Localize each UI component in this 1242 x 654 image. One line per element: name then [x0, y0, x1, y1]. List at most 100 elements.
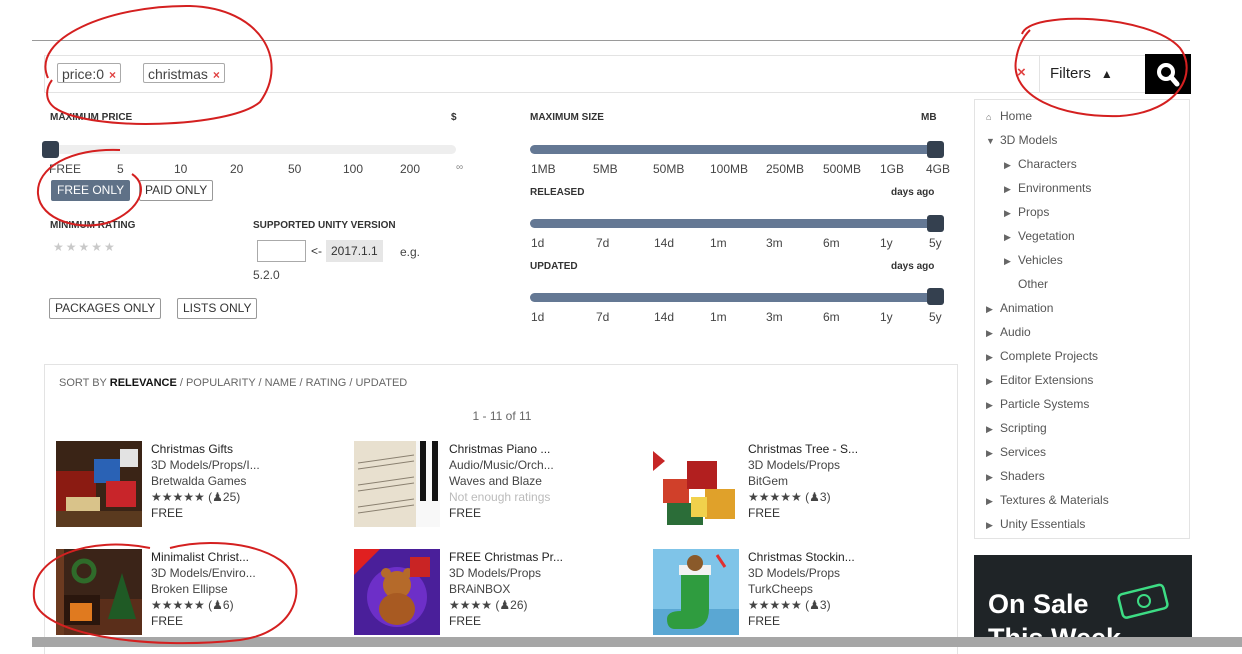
- product-category[interactable]: 3D Models/Props: [449, 565, 563, 581]
- sidebar-item-environments[interactable]: ▶ Environments: [1004, 181, 1091, 195]
- filter-tag-price[interactable]: price:0 ×: [57, 63, 122, 83]
- sidebar-item-audio[interactable]: ▶ Audio: [986, 325, 1031, 339]
- product-publisher[interactable]: Bretwalda Games: [151, 473, 260, 489]
- sidebar-item-label: Audio: [1000, 325, 1031, 339]
- remove-tag-icon[interactable]: ×: [109, 68, 116, 82]
- product-info: FREE Christmas Pr... 3D Models/Props BRA…: [449, 549, 564, 628]
- paid-only-button[interactable]: PAID ONLY: [139, 180, 214, 201]
- product-category[interactable]: 3D Models/Enviro...: [151, 565, 256, 581]
- updated-slider-track[interactable]: [530, 293, 940, 302]
- sidebar-item-label: Textures & Materials: [1000, 493, 1109, 507]
- max-size-slider-track[interactable]: [530, 145, 940, 154]
- product-rating-stars: ★★★★★: [151, 490, 205, 504]
- sidebar-item-vehicles[interactable]: ▶ Vehicles: [1004, 253, 1063, 267]
- lists-only-button[interactable]: LISTS ONLY: [177, 298, 258, 319]
- product-thumbnail[interactable]: [56, 549, 142, 635]
- product-title[interactable]: FREE Christmas Pr...: [449, 549, 563, 565]
- sort-relevance-link[interactable]: RELEVANCE: [110, 377, 177, 389]
- filters-label: Filters: [1050, 65, 1091, 82]
- product-category[interactable]: Audio/Music/Orch...: [449, 457, 554, 473]
- result-item[interactable]: FREE Christmas Pr... 3D Models/Props BRA…: [354, 549, 634, 637]
- sidebar-item-home[interactable]: ⌂ Home: [986, 109, 1032, 123]
- max-price-slider-track[interactable]: [46, 145, 456, 154]
- sidebar-item-label: 3D Models: [1000, 133, 1058, 147]
- sidebar-item-scripting[interactable]: ▶ Scripting: [986, 421, 1047, 435]
- sidebar-item-services[interactable]: ▶ Services: [986, 445, 1046, 459]
- caret-right-icon: ▶: [986, 448, 993, 458]
- result-item[interactable]: Christmas Stockin... 3D Models/Props Tur…: [653, 549, 933, 637]
- product-category[interactable]: 3D Models/Props: [748, 565, 855, 581]
- tick-label: ∞: [456, 162, 464, 173]
- product-info: Minimalist Christ... 3D Models/Enviro...…: [151, 549, 256, 628]
- sidebar-item-editor-extensions[interactable]: ▶ Editor Extensions: [986, 373, 1093, 387]
- max-size-unit: MB: [921, 112, 937, 123]
- bottom-scroll-bar[interactable]: [32, 637, 1242, 647]
- sidebar-item-characters[interactable]: ▶ Characters: [1004, 157, 1077, 171]
- promo-line-1: On Sale: [988, 589, 1089, 619]
- result-item[interactable]: Minimalist Christ... 3D Models/Enviro...…: [56, 549, 336, 637]
- product-title[interactable]: Christmas Gifts: [151, 441, 260, 457]
- unity-version-arrow: <-: [311, 244, 323, 258]
- sidebar-item-particle-systems[interactable]: ▶ Particle Systems: [986, 397, 1089, 411]
- product-price: FREE: [748, 506, 781, 520]
- sidebar-item-textures-materials[interactable]: ▶ Textures & Materials: [986, 493, 1109, 507]
- product-publisher[interactable]: BRAiNBOX: [449, 581, 563, 597]
- caret-right-icon: ▶: [986, 400, 993, 410]
- sidebar-item-unity-essentials[interactable]: ▶ Unity Essentials: [986, 517, 1085, 531]
- product-thumbnail[interactable]: [354, 549, 440, 635]
- product-price: FREE: [151, 506, 184, 520]
- sidebar-item-shaders[interactable]: ▶ Shaders: [986, 469, 1045, 483]
- filters-toggle-button[interactable]: Filters ▲: [1039, 56, 1148, 92]
- product-category[interactable]: 3D Models/Props: [748, 457, 858, 473]
- search-bar[interactable]: price:0 × christmas × × Filters ▲: [44, 54, 1191, 94]
- product-info: Christmas Piano ... Audio/Music/Orch... …: [449, 441, 554, 521]
- unity-version-eg-value: 5.2.0: [253, 268, 280, 282]
- sidebar-item-label: Animation: [1000, 301, 1054, 315]
- sidebar-item-props[interactable]: ▶ Props: [1004, 205, 1049, 219]
- product-thumbnail[interactable]: [354, 441, 440, 527]
- sidebar-item-animation[interactable]: ▶ Animation: [986, 301, 1053, 315]
- unity-version-input[interactable]: [257, 240, 306, 262]
- remove-tag-icon[interactable]: ×: [213, 68, 220, 82]
- product-title[interactable]: Christmas Tree - S...: [748, 441, 858, 457]
- rating-count: 3: [819, 598, 827, 612]
- caret-right-icon: ▶: [986, 472, 993, 482]
- product-title[interactable]: Christmas Stockin...: [748, 549, 855, 565]
- max-price-slider-handle[interactable]: [42, 141, 59, 158]
- released-slider-handle[interactable]: [927, 215, 944, 232]
- search-button[interactable]: [1145, 54, 1191, 94]
- product-thumbnail[interactable]: [56, 441, 142, 527]
- product-publisher[interactable]: Waves and Blaze: [449, 473, 554, 489]
- max-size-slider-handle[interactable]: [927, 141, 944, 158]
- updated-slider-handle[interactable]: [927, 288, 944, 305]
- product-title[interactable]: Christmas Piano ...: [449, 441, 554, 457]
- tick-label: 1d: [531, 310, 545, 324]
- product-thumbnail[interactable]: [653, 549, 739, 635]
- sort-options-links[interactable]: / POPULARITY / NAME / RATING / UPDATED: [180, 377, 407, 389]
- min-rating-stars[interactable]: ★★★★★: [53, 240, 117, 254]
- free-only-button[interactable]: FREE ONLY: [51, 180, 131, 201]
- tick-label: FREE: [49, 162, 82, 176]
- product-thumbnail[interactable]: [653, 441, 739, 527]
- sidebar-item-other[interactable]: Other: [1018, 277, 1048, 291]
- result-item[interactable]: Christmas Gifts 3D Models/Props/I... Bre…: [56, 441, 336, 529]
- sidebar-item-vegetation[interactable]: ▶ Vegetation: [1004, 229, 1075, 243]
- sidebar-item-label: Services: [1000, 445, 1047, 459]
- unity-version-current[interactable]: 2017.1.1: [326, 240, 383, 262]
- product-title[interactable]: Minimalist Christ...: [151, 549, 256, 565]
- sidebar-item-complete-projects[interactable]: ▶ Complete Projects: [986, 349, 1098, 363]
- result-item[interactable]: Christmas Tree - S... 3D Models/Props Bi…: [653, 441, 933, 529]
- tick-label: 200: [400, 162, 421, 176]
- sidebar-item-3d-models[interactable]: ▼ 3D Models: [986, 133, 1057, 147]
- product-publisher[interactable]: TurkCheeps: [748, 581, 855, 597]
- result-item[interactable]: Christmas Piano ... Audio/Music/Orch... …: [354, 441, 634, 529]
- product-category[interactable]: 3D Models/Props/I...: [151, 457, 260, 473]
- packages-only-button[interactable]: PACKAGES ONLY: [49, 298, 162, 319]
- result-range: 1 - 11 of 11: [472, 409, 532, 423]
- released-slider-track[interactable]: [530, 219, 940, 228]
- product-publisher[interactable]: Broken Ellipse: [151, 581, 256, 597]
- filter-tag-christmas[interactable]: christmas ×: [143, 63, 225, 83]
- clear-search-icon[interactable]: ×: [1017, 64, 1026, 81]
- on-sale-banner[interactable]: On Sale This Week: [974, 555, 1192, 647]
- product-publisher[interactable]: BitGem: [748, 473, 858, 489]
